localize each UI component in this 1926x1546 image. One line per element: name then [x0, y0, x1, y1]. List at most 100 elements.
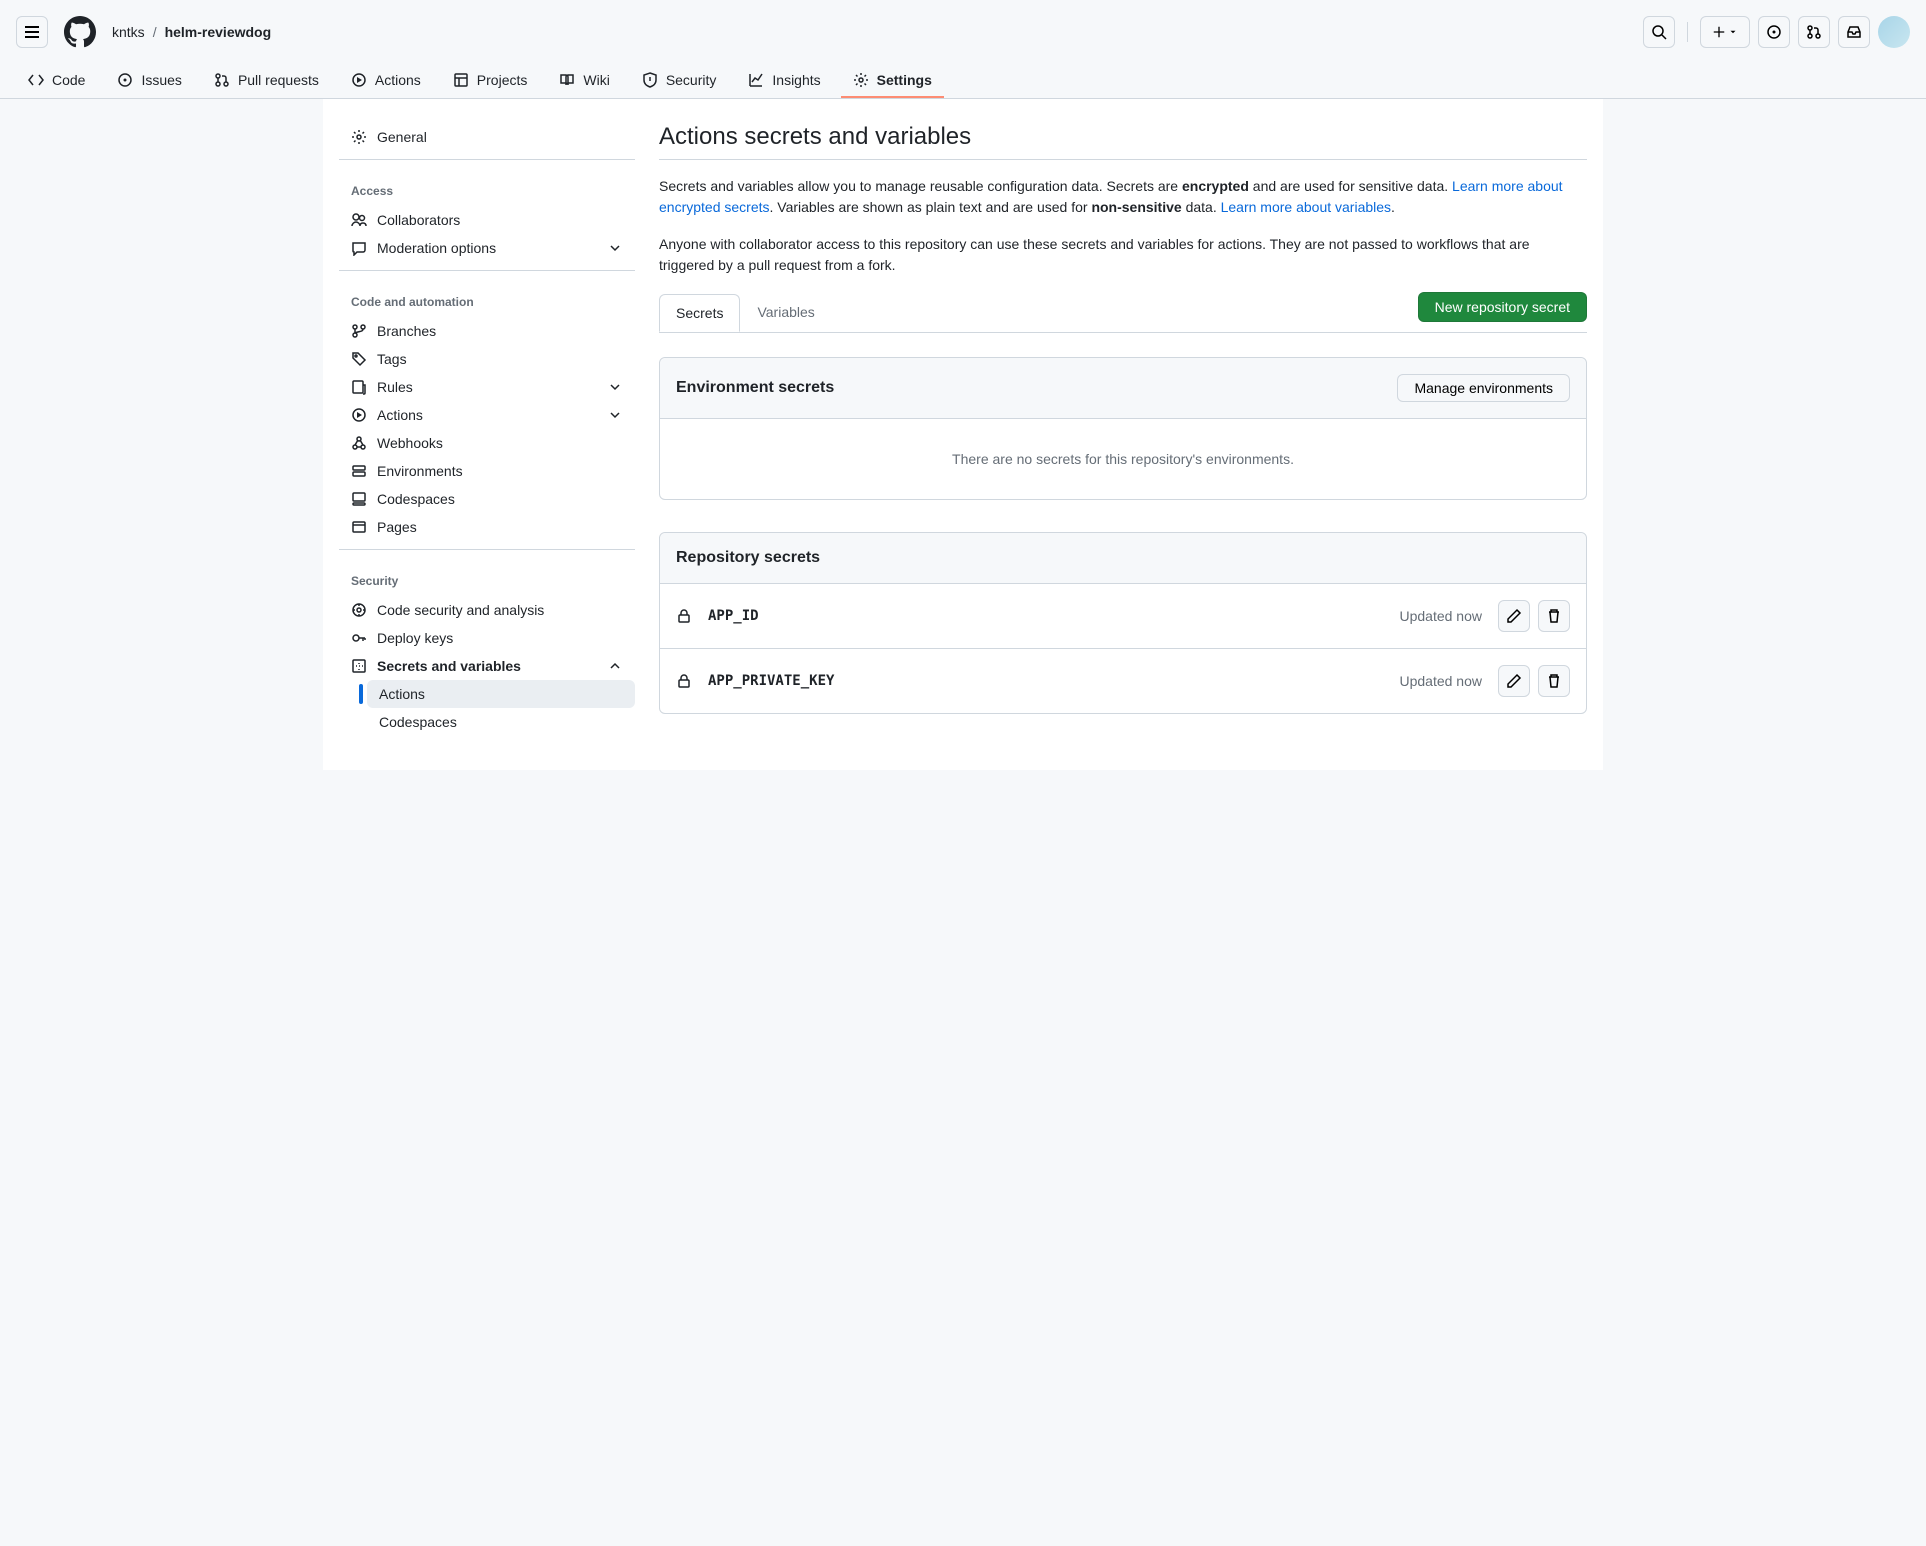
tab-label: Issues	[141, 72, 181, 88]
pull-requests-button[interactable]	[1798, 16, 1830, 48]
manage-environments-button[interactable]: Manage environments	[1397, 374, 1570, 402]
sidebar-environments[interactable]: Environments	[339, 457, 635, 485]
divider	[339, 270, 635, 271]
lock-icon	[676, 673, 692, 689]
hamburger-button[interactable]	[16, 16, 48, 48]
divider	[339, 549, 635, 550]
sidebar-secrets-actions[interactable]: Actions	[367, 680, 635, 708]
sidebar-label: Codespaces	[377, 491, 455, 507]
breadcrumb-owner[interactable]: kntks	[112, 24, 145, 40]
tab-projects[interactable]: Projects	[441, 64, 540, 98]
tab-pulls[interactable]: Pull requests	[202, 64, 331, 98]
sidebar-branches[interactable]: Branches	[339, 317, 635, 345]
breadcrumb-repo[interactable]: helm-reviewdog	[165, 24, 272, 40]
delete-secret-button[interactable]	[1538, 665, 1570, 697]
tab-label: Settings	[877, 72, 932, 88]
global-header: kntks / helm-reviewdog	[0, 0, 1926, 64]
tab-secrets[interactable]: Secrets	[659, 294, 740, 332]
sidebar-label: Actions	[377, 407, 423, 423]
tab-label: Actions	[375, 72, 421, 88]
secret-name: APP_PRIVATE_KEY	[708, 673, 834, 689]
pencil-icon	[1506, 608, 1522, 624]
tabs-row: Secrets Variables New repository secret	[659, 292, 1587, 333]
divider	[1687, 22, 1688, 42]
plus-icon	[1712, 25, 1726, 39]
sidebar-deploy-keys[interactable]: Deploy keys	[339, 624, 635, 652]
tab-variables[interactable]: Variables	[740, 293, 831, 331]
sidebar-pages[interactable]: Pages	[339, 513, 635, 541]
tab-security[interactable]: Security	[630, 64, 729, 98]
new-repository-secret-button[interactable]: New repository secret	[1418, 292, 1587, 322]
trash-icon	[1546, 608, 1562, 624]
header-actions	[1643, 16, 1910, 48]
page-title: Actions secrets and variables	[659, 123, 1587, 160]
sidebar-label: Codespaces	[379, 714, 457, 730]
sidebar-general[interactable]: General	[339, 123, 635, 151]
learn-variables-link[interactable]: Learn more about variables	[1221, 199, 1391, 215]
tab-actions[interactable]: Actions	[339, 64, 433, 98]
tab-settings[interactable]: Settings	[841, 64, 944, 98]
secret-row: APP_PRIVATE_KEY Updated now	[660, 648, 1586, 713]
sidebar-codespaces[interactable]: Codespaces	[339, 485, 635, 513]
sidebar-label: General	[377, 129, 427, 145]
breadcrumb-separator: /	[153, 24, 157, 40]
sidebar-label: Branches	[377, 323, 436, 339]
sidebar-collaborators[interactable]: Collaborators	[339, 206, 635, 234]
panel-title: Environment secrets	[676, 379, 834, 397]
secret-row: APP_ID Updated now	[660, 584, 1586, 648]
search-icon	[1651, 24, 1667, 40]
lock-icon	[676, 608, 692, 624]
tab-label: Wiki	[583, 72, 609, 88]
description-2: Anyone with collaborator access to this …	[659, 234, 1587, 276]
tab-code[interactable]: Code	[16, 64, 97, 98]
tab-label: Projects	[477, 72, 528, 88]
sidebar-code-security[interactable]: Code security and analysis	[339, 596, 635, 624]
sidebar-tags[interactable]: Tags	[339, 345, 635, 373]
tab-issues[interactable]: Issues	[105, 64, 193, 98]
sidebar-label: Rules	[377, 379, 413, 395]
sidebar-webhooks[interactable]: Webhooks	[339, 429, 635, 457]
sidebar-heading-security: Security	[339, 558, 635, 596]
sidebar-label: Secrets and variables	[377, 658, 521, 674]
secret-updated: Updated now	[1399, 608, 1482, 624]
issue-icon	[1766, 24, 1782, 40]
delete-secret-button[interactable]	[1538, 600, 1570, 632]
tab-label: Pull requests	[238, 72, 319, 88]
sidebar-label: Deploy keys	[377, 630, 453, 646]
edit-secret-button[interactable]	[1498, 665, 1530, 697]
env-empty-message: There are no secrets for this repository…	[660, 419, 1586, 499]
breadcrumb: kntks / helm-reviewdog	[112, 24, 271, 40]
search-button[interactable]	[1643, 16, 1675, 48]
panel-title: Repository secrets	[676, 549, 820, 567]
create-new-button[interactable]	[1700, 16, 1750, 48]
tab-insights[interactable]: Insights	[736, 64, 832, 98]
sidebar-rules[interactable]: Rules	[339, 373, 635, 401]
sidebar-secrets-variables[interactable]: Secrets and variables	[339, 652, 635, 680]
sidebar-label: Actions	[379, 686, 425, 702]
sidebar-secrets-codespaces[interactable]: Codespaces	[367, 708, 635, 736]
chevron-down-icon	[607, 407, 623, 423]
sidebar-label: Webhooks	[377, 435, 443, 451]
chevron-down-icon	[607, 240, 623, 256]
main-content: Actions secrets and variables Secrets an…	[659, 123, 1587, 746]
chevron-down-icon	[607, 379, 623, 395]
hamburger-icon	[24, 24, 40, 40]
issues-button[interactable]	[1758, 16, 1790, 48]
secret-updated: Updated now	[1399, 673, 1482, 689]
sidebar-label: Code security and analysis	[377, 602, 544, 618]
sidebar-label: Environments	[377, 463, 463, 479]
sidebar-moderation[interactable]: Moderation options	[339, 234, 635, 262]
edit-secret-button[interactable]	[1498, 600, 1530, 632]
environment-secrets-panel: Environment secrets Manage environments …	[659, 357, 1587, 500]
sidebar-label: Moderation options	[377, 240, 496, 256]
tab-wiki[interactable]: Wiki	[547, 64, 621, 98]
git-pull-request-icon	[1806, 24, 1822, 40]
sidebar-actions[interactable]: Actions	[339, 401, 635, 429]
github-logo-icon[interactable]	[64, 16, 96, 48]
settings-sidebar: General Access Collaborators Moderation …	[339, 123, 635, 746]
chevron-up-icon	[607, 658, 623, 674]
repo-nav: Code Issues Pull requests Actions Projec…	[0, 64, 1926, 99]
secret-name: APP_ID	[708, 608, 759, 624]
user-avatar[interactable]	[1878, 16, 1910, 48]
notifications-button[interactable]	[1838, 16, 1870, 48]
